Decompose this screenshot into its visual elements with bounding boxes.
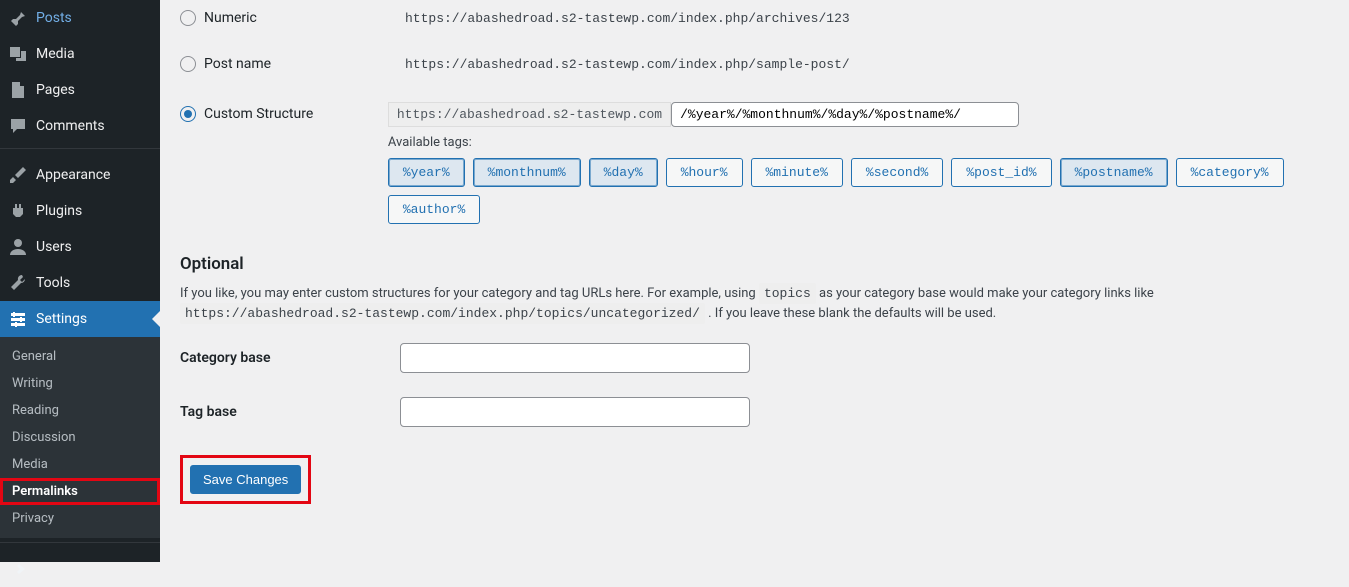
settings-submenu: General Writing Reading Discussion Media… [0, 337, 160, 538]
optional-heading: Optional [180, 254, 1329, 274]
menu-label: Posts [36, 10, 72, 26]
main-content: Numeric https://abashedroad.s2-tastewp.c… [160, 0, 1349, 562]
tag-post-id[interactable]: %post_id% [951, 158, 1051, 187]
radio-postname[interactable] [180, 56, 196, 72]
submenu-general[interactable]: General [0, 343, 160, 370]
plug-icon [8, 201, 28, 221]
sidebar-item-settings[interactable]: Settings [0, 301, 160, 337]
admin-sidebar: Posts Media Pages Comments Appearance Pl… [0, 0, 160, 562]
radio-label: Numeric [204, 10, 257, 26]
media-icon [8, 44, 28, 64]
submenu-reading[interactable]: Reading [0, 397, 160, 424]
submenu-privacy[interactable]: Privacy [0, 505, 160, 532]
brush-icon [8, 165, 28, 185]
menu-label: Appearance [36, 167, 110, 183]
optional-description: If you like, you may enter custom struct… [180, 284, 1329, 323]
tag-minute[interactable]: %minute% [751, 158, 843, 187]
tag-hour[interactable]: %hour% [666, 158, 743, 187]
sidebar-item-redirection[interactable]: Redirection [0, 551, 160, 587]
menu-label: Plugins [36, 203, 82, 219]
example-url: https://abashedroad.s2-tastewp.com/index… [400, 54, 855, 75]
radio-label: Custom Structure [204, 106, 313, 122]
custom-structure-input[interactable] [671, 102, 1019, 127]
sidebar-item-media[interactable]: Media [0, 36, 160, 72]
sidebar-item-users[interactable]: Users [0, 229, 160, 265]
permalink-option-postname: Post name https://abashedroad.s2-tastewp… [180, 56, 1329, 72]
menu-label: Media [36, 46, 75, 62]
pin-icon [8, 8, 28, 28]
submenu-permalinks[interactable]: Permalinks [0, 478, 160, 505]
tag-postname[interactable]: %postname% [1060, 158, 1168, 187]
sidebar-item-pages[interactable]: Pages [0, 72, 160, 108]
menu-label: Comments [36, 118, 105, 134]
available-tags-label: Available tags: [388, 135, 1329, 150]
example-url: https://abashedroad.s2-tastewp.com/index… [400, 8, 855, 29]
radio-label: Post name [204, 56, 271, 72]
menu-label: Settings [36, 311, 87, 327]
comment-icon [8, 116, 28, 136]
tag-base-label: Tag base [180, 404, 400, 420]
submenu-writing[interactable]: Writing [0, 370, 160, 397]
save-button-wrap: Save Changes [180, 455, 311, 504]
menu-label: Pages [36, 82, 75, 98]
page-icon [8, 80, 28, 100]
tag-category[interactable]: %category% [1176, 158, 1284, 187]
save-changes-button[interactable]: Save Changes [190, 465, 301, 494]
category-base-input[interactable] [400, 343, 750, 373]
settings-icon [8, 309, 28, 329]
tag-base-row: Tag base [180, 397, 1329, 427]
permalink-option-numeric: Numeric https://abashedroad.s2-tastewp.c… [180, 10, 1329, 26]
sidebar-item-plugins[interactable]: Plugins [0, 193, 160, 229]
available-tags: %year% %monthnum% %day% %hour% %minute% … [388, 158, 1329, 224]
tag-second[interactable]: %second% [851, 158, 943, 187]
menu-label: Users [36, 239, 72, 255]
permalink-option-custom: Custom Structure https://abashedroad.s2-… [180, 102, 1329, 224]
menu-label: Tools [36, 275, 70, 291]
tag-monthnum[interactable]: %monthnum% [473, 158, 581, 187]
category-base-label: Category base [180, 350, 400, 366]
tag-author[interactable]: %author% [388, 195, 480, 224]
sidebar-item-tools[interactable]: Tools [0, 265, 160, 301]
submenu-media[interactable]: Media [0, 451, 160, 478]
sidebar-item-posts[interactable]: Posts [0, 0, 160, 36]
custom-url-prefix: https://abashedroad.s2-tastewp.com [388, 102, 671, 127]
category-base-row: Category base [180, 343, 1329, 373]
wrench-icon [8, 273, 28, 293]
sidebar-item-appearance[interactable]: Appearance [0, 157, 160, 193]
sidebar-item-comments[interactable]: Comments [0, 108, 160, 144]
tag-year[interactable]: %year% [388, 158, 465, 187]
user-icon [8, 237, 28, 257]
radio-numeric[interactable] [180, 10, 196, 26]
redirect-icon [8, 559, 28, 579]
radio-custom[interactable] [180, 106, 196, 122]
tag-base-input[interactable] [400, 397, 750, 427]
menu-label: Redirection [36, 561, 106, 577]
tag-day[interactable]: %day% [589, 158, 658, 187]
submenu-discussion[interactable]: Discussion [0, 424, 160, 451]
